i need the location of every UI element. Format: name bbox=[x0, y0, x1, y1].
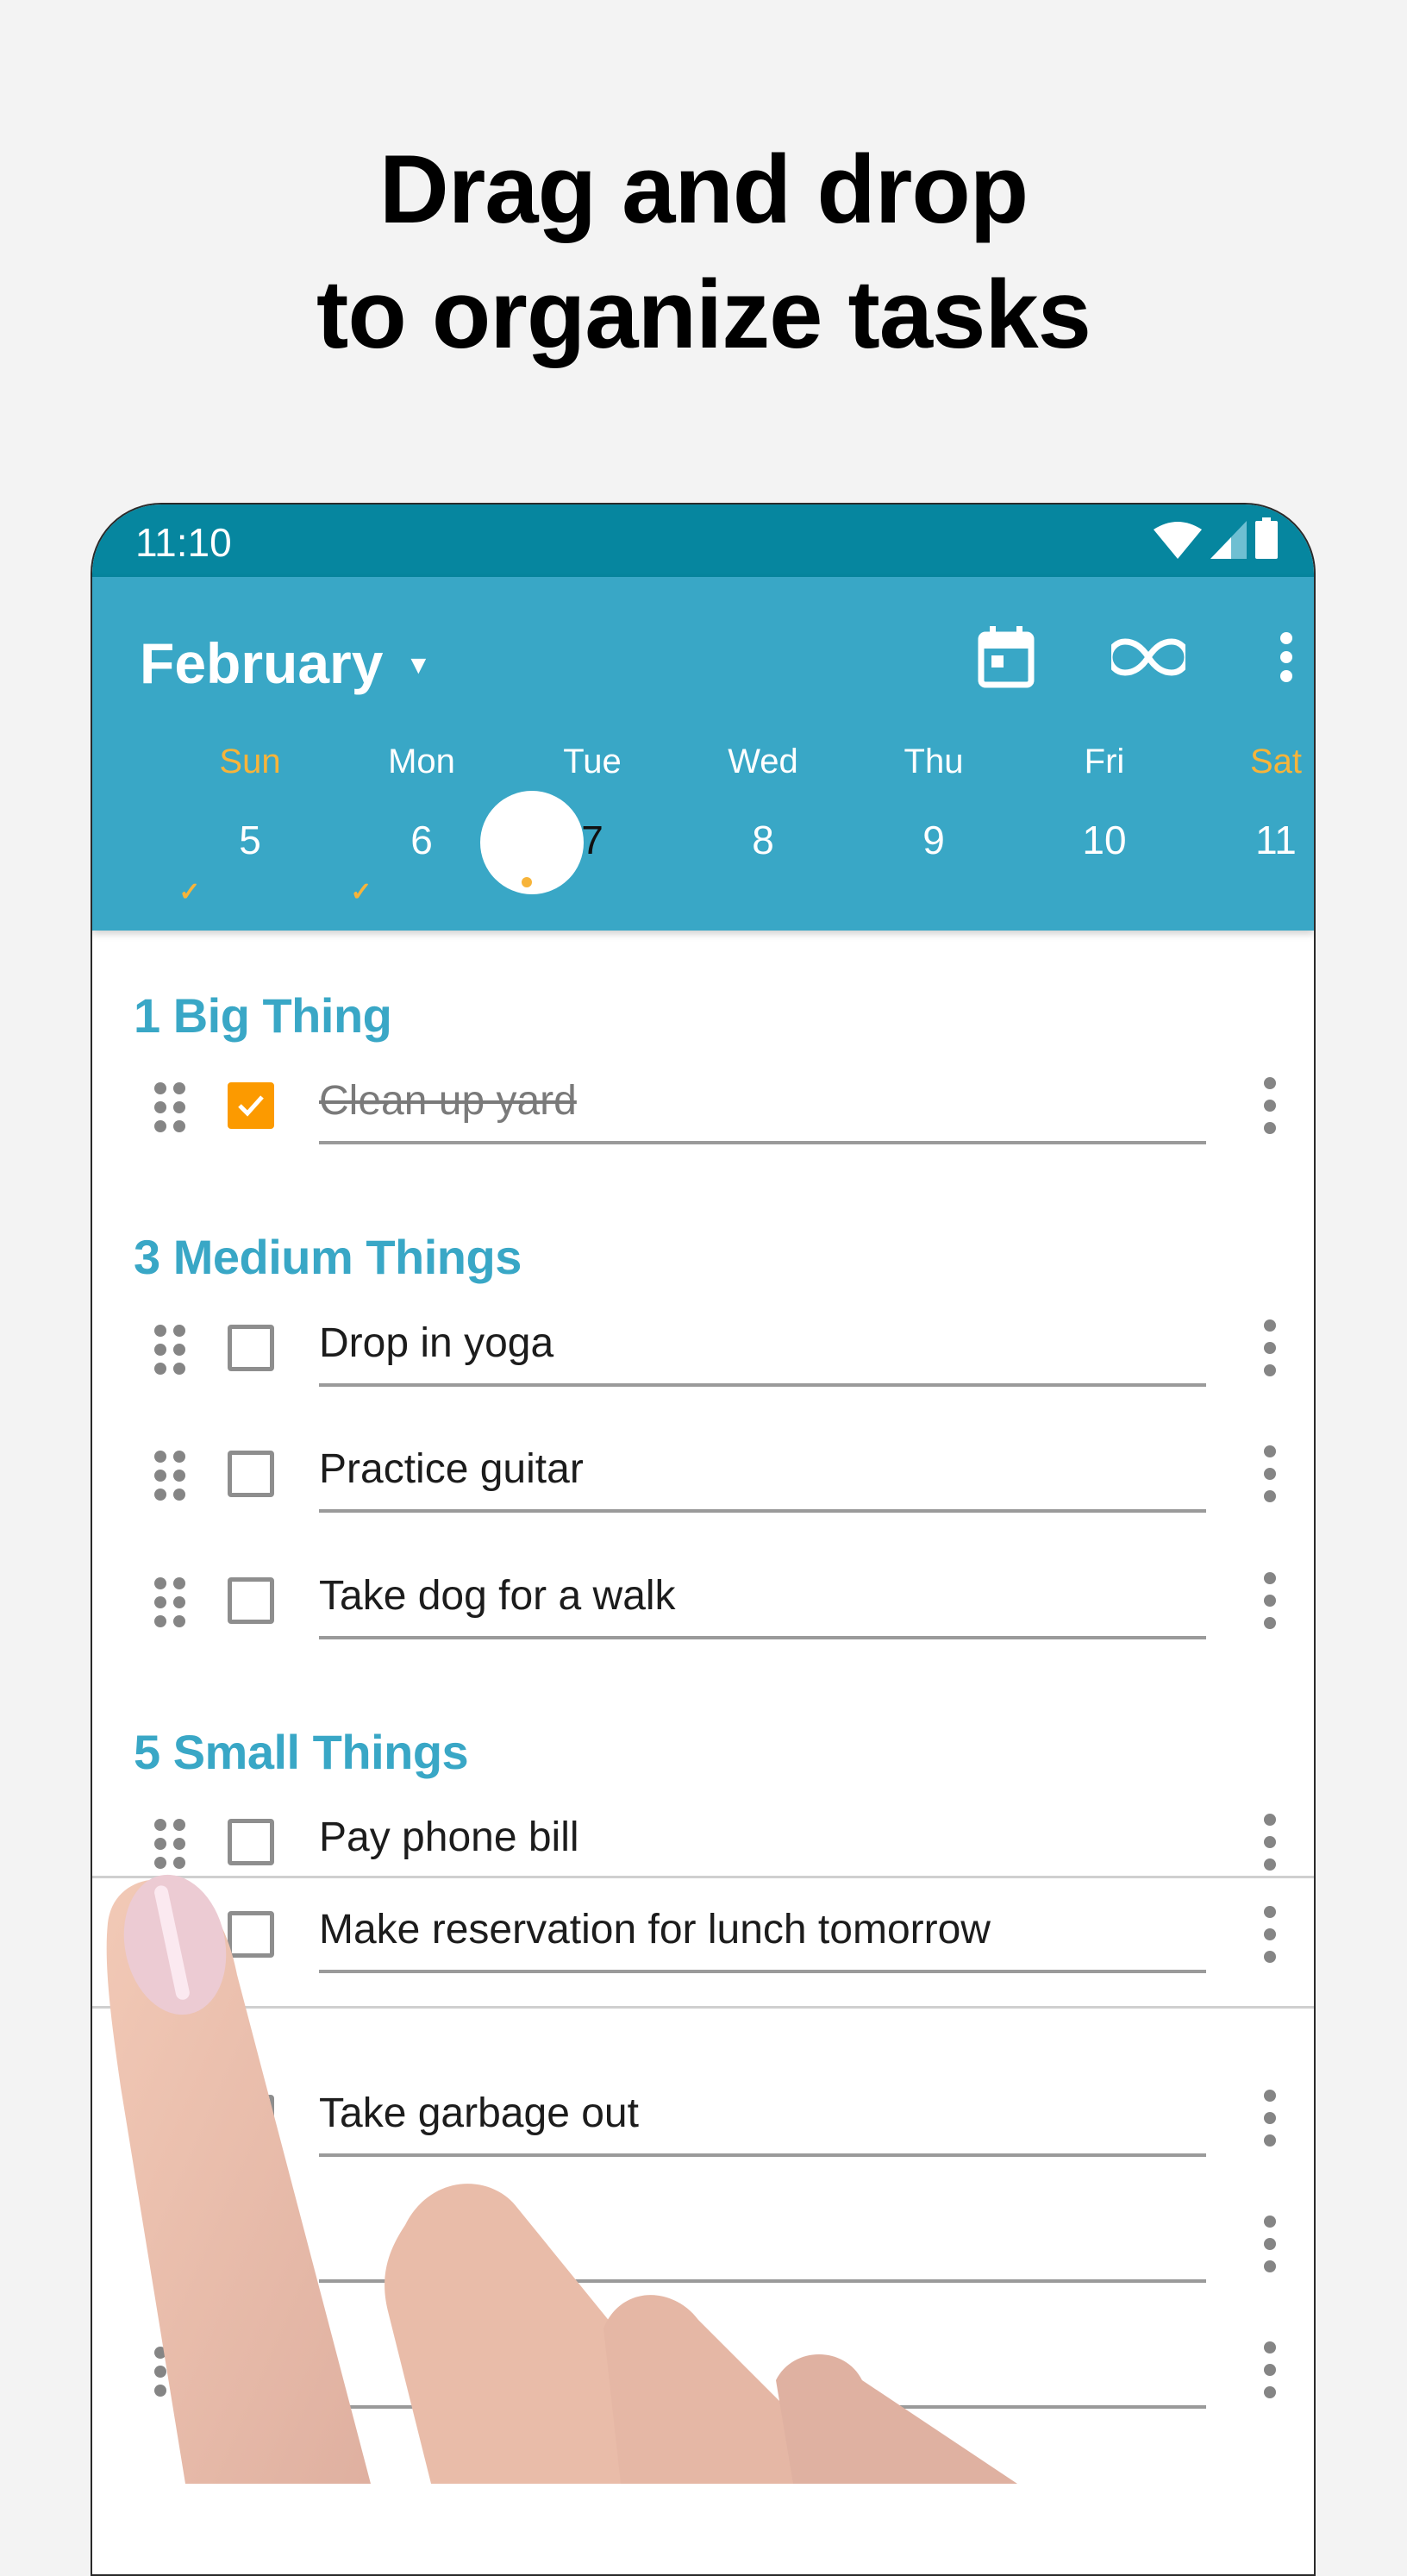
task-text[interactable]: Drop in yoga bbox=[319, 1319, 553, 1367]
task-row: Make reservation for lunch tomorrow bbox=[92, 1885, 1314, 1989]
day-tue-selected[interactable]: Tue 7 bbox=[472, 724, 622, 913]
drag-handle-icon[interactable] bbox=[154, 1451, 187, 1501]
app-bar: February ▼ Sun 5 ✓ Mon 6 ✓ Tue 7 Wed 8 T… bbox=[92, 577, 1314, 931]
day-name: Wed bbox=[728, 743, 798, 780]
task-underline bbox=[319, 1383, 1206, 1387]
day-number: 9 bbox=[922, 818, 945, 862]
drag-handle-icon[interactable] bbox=[154, 1325, 187, 1375]
day-sat[interactable]: Sat 11 bbox=[1155, 724, 1302, 913]
task-checkbox[interactable] bbox=[228, 2221, 274, 2267]
day-number: 6 bbox=[410, 818, 433, 862]
task-more-icon[interactable] bbox=[1263, 1906, 1277, 1963]
task-row: Take garbage out bbox=[92, 2069, 1314, 2172]
task-underline bbox=[319, 2405, 1206, 2409]
task-checkbox[interactable] bbox=[228, 2347, 274, 2393]
month-title: February bbox=[140, 631, 384, 695]
day-number: 11 bbox=[1255, 818, 1297, 862]
task-more-icon[interactable] bbox=[1263, 1319, 1277, 1376]
day-wed[interactable]: Wed 8 bbox=[642, 724, 798, 913]
task-underline bbox=[319, 1141, 1206, 1144]
task-more-icon[interactable] bbox=[1263, 1814, 1277, 1871]
wifi-icon bbox=[1154, 521, 1202, 563]
headline-line-1: Drag and drop bbox=[378, 135, 1029, 243]
task-row: Practice guitar bbox=[92, 1425, 1314, 1528]
day-number: 5 bbox=[239, 818, 261, 862]
dropdown-caret-icon: ▼ bbox=[405, 651, 432, 680]
task-row: Pay phone bill bbox=[92, 1793, 1314, 1876]
task-more-icon[interactable] bbox=[1263, 1445, 1277, 1502]
task-row bbox=[92, 2195, 1314, 2298]
task-more-icon[interactable] bbox=[1263, 2341, 1277, 2398]
task-checkbox-checked[interactable] bbox=[228, 1082, 274, 1129]
task-more-icon[interactable] bbox=[1263, 1572, 1277, 1629]
phone-screen: 11:10 February ▼ Sun 5 ✓ Mon 6 ✓ Tue 7 W… bbox=[91, 503, 1316, 2576]
section-title-small: 5 Small Things bbox=[134, 1725, 469, 1779]
task-more-icon[interactable] bbox=[1263, 2216, 1277, 2272]
completed-check-icon: ✓ bbox=[350, 878, 372, 906]
cell-signal-icon bbox=[1210, 521, 1247, 563]
drag-handle-icon[interactable] bbox=[154, 1577, 187, 1627]
headline-line-2: to organize tasks bbox=[316, 260, 1091, 368]
infinity-button[interactable] bbox=[1106, 620, 1191, 698]
drag-handle-icon[interactable] bbox=[154, 2095, 187, 2145]
task-checkbox[interactable] bbox=[228, 2095, 274, 2141]
day-fri[interactable]: Fri 10 bbox=[984, 724, 1126, 913]
calendar-icon bbox=[978, 625, 1035, 693]
day-thu[interactable]: Thu 9 bbox=[813, 724, 964, 913]
task-underline bbox=[319, 2153, 1206, 2157]
day-number: 10 bbox=[1082, 818, 1127, 862]
day-name: Fri bbox=[1084, 743, 1125, 780]
section-title-big: 1 Big Thing bbox=[134, 988, 392, 1043]
drag-handle-icon[interactable] bbox=[154, 2221, 187, 2271]
calendar-button[interactable] bbox=[967, 620, 1045, 698]
task-underline bbox=[319, 2279, 1206, 2283]
task-checkbox[interactable] bbox=[228, 1911, 274, 1958]
day-mon[interactable]: Mon 6 ✓ bbox=[301, 724, 454, 913]
drag-handle-icon[interactable] bbox=[154, 1911, 187, 1961]
task-more-icon[interactable] bbox=[1263, 1077, 1277, 1134]
day-name: Mon bbox=[388, 743, 455, 780]
task-dot-indicator bbox=[522, 877, 532, 887]
task-row: Drop in yoga bbox=[92, 1299, 1314, 1402]
status-bar: 11:10 bbox=[92, 505, 1314, 577]
day-name: Tue bbox=[563, 743, 622, 780]
task-underline bbox=[319, 1636, 1206, 1639]
drag-handle-icon[interactable] bbox=[154, 1819, 187, 1869]
drag-handle-icon[interactable] bbox=[154, 1082, 187, 1132]
task-more-icon[interactable] bbox=[1263, 2090, 1277, 2147]
task-text[interactable]: Take garbage out bbox=[319, 2090, 639, 2137]
completed-check-icon: ✓ bbox=[178, 878, 201, 906]
task-text[interactable]: Practice guitar bbox=[319, 1445, 584, 1493]
day-number: 8 bbox=[752, 818, 774, 862]
more-options-button[interactable] bbox=[1248, 620, 1314, 698]
task-text[interactable]: Pay phone bill bbox=[319, 1814, 579, 1861]
task-row bbox=[92, 2321, 1314, 2424]
task-underline bbox=[319, 1970, 1206, 1973]
infinity-icon bbox=[1106, 637, 1191, 680]
day-name: Thu bbox=[904, 743, 964, 780]
week-strip: Sun 5 ✓ Mon 6 ✓ Tue 7 Wed 8 Thu 9 Fri 10… bbox=[92, 724, 1314, 913]
task-text[interactable]: Clean up yard bbox=[319, 1077, 577, 1125]
day-name: Sat bbox=[1249, 743, 1303, 780]
section-title-medium: 3 Medium Things bbox=[134, 1230, 522, 1284]
status-time: 11:10 bbox=[135, 520, 232, 565]
day-number: 7 bbox=[581, 818, 603, 862]
day-name: Sun bbox=[219, 743, 281, 780]
more-vert-icon bbox=[1279, 631, 1293, 687]
task-underline bbox=[319, 1509, 1206, 1513]
task-list: 1 Big Thing Clean up yard 3 Medium Thing… bbox=[92, 931, 1314, 2569]
task-text[interactable]: Make reservation for lunch tomorrow bbox=[319, 1906, 991, 1953]
task-row: Take dog for a walk bbox=[92, 1551, 1314, 1655]
task-text[interactable]: Take dog for a walk bbox=[319, 1572, 676, 1620]
task-checkbox[interactable] bbox=[228, 1577, 274, 1624]
day-sun[interactable]: Sun 5 ✓ bbox=[129, 724, 280, 913]
task-checkbox[interactable] bbox=[228, 1819, 274, 1865]
task-checkbox[interactable] bbox=[228, 1451, 274, 1497]
dragged-task-row[interactable]: Make reservation for lunch tomorrow bbox=[92, 1876, 1314, 2009]
task-checkbox[interactable] bbox=[228, 1325, 274, 1371]
task-row: Clean up yard bbox=[92, 1056, 1314, 1160]
month-selector[interactable]: February ▼ bbox=[140, 630, 431, 696]
battery-icon bbox=[1255, 517, 1278, 563]
drag-handle-icon[interactable] bbox=[154, 2347, 187, 2397]
